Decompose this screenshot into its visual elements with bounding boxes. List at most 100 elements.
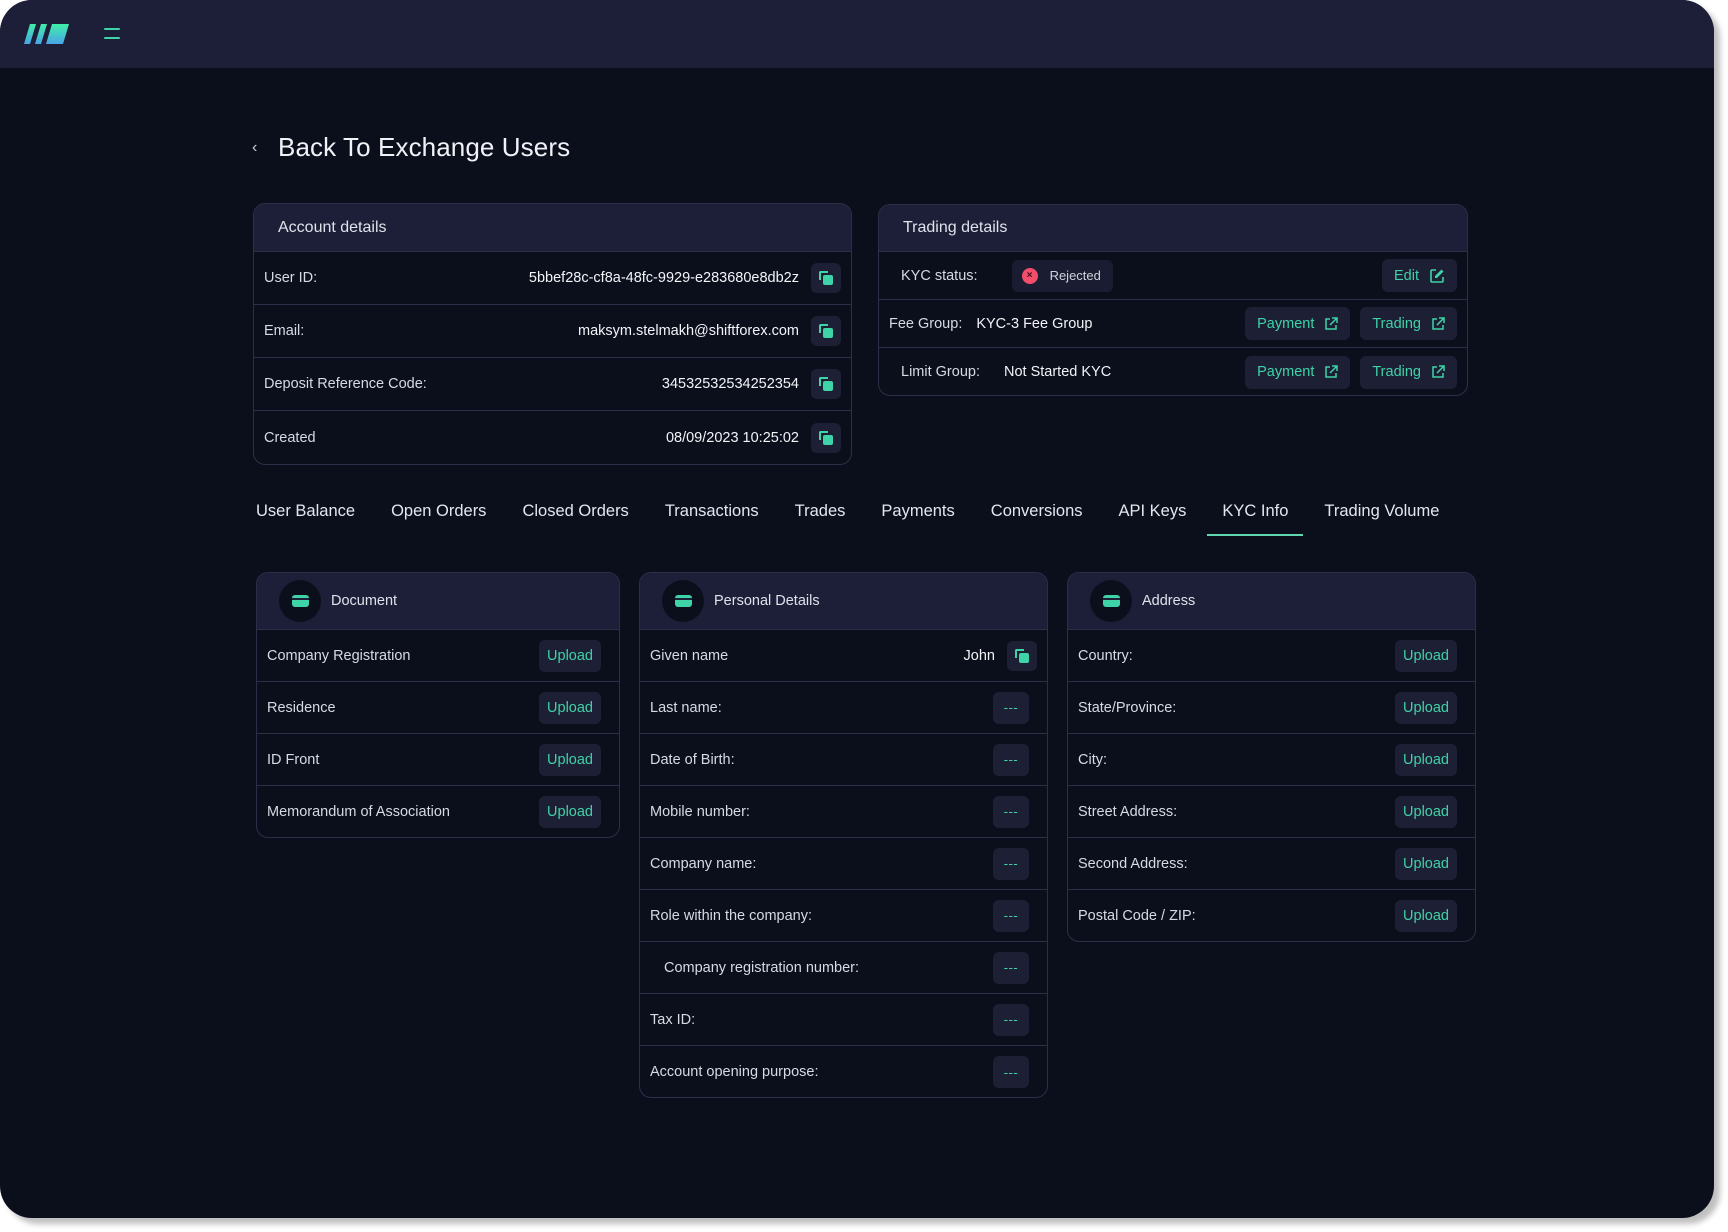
personal-row: Last name: --- (640, 682, 1047, 734)
hamburger-menu-icon[interactable] (104, 26, 122, 42)
personal-row: Company name: --- (640, 838, 1047, 890)
address-row: Street Address: Upload (1068, 786, 1475, 838)
row-label: Country: (1078, 647, 1133, 664)
row-label: Postal Code / ZIP: (1078, 908, 1196, 924)
account-opening-purpose-value[interactable]: --- (993, 1056, 1029, 1088)
personal-row: Account opening purpose: --- (640, 1046, 1047, 1097)
upload-company-registration-button[interactable]: Upload (539, 639, 601, 672)
tab-user-balance[interactable]: User Balance (256, 494, 355, 536)
address-row: Second Address: Upload (1068, 838, 1475, 890)
copy-email-button[interactable] (811, 316, 841, 346)
upload-street-address-button[interactable]: Upload (1395, 795, 1457, 828)
limit-group-row: Limit Group: Not Started KYC Payment Tra… (879, 348, 1467, 395)
company-registration-number-value[interactable]: --- (993, 951, 1029, 984)
upload-country-button[interactable]: Upload (1395, 639, 1457, 672)
row-label: Company registration number: (664, 959, 860, 976)
address-card-header: Address (1068, 573, 1475, 630)
page-title: Back To Exchange Users (278, 132, 571, 162)
kyc-status-row: KYC status: × Rejected Edit (879, 252, 1467, 300)
last-name-value[interactable]: --- (993, 691, 1029, 724)
edit-kyc-button[interactable]: Edit (1382, 259, 1457, 292)
address-row: Postal Code / ZIP: Upload (1068, 890, 1475, 941)
brand-logo[interactable] (24, 24, 70, 44)
external-link-icon (1432, 316, 1445, 330)
id-card-icon (674, 595, 692, 607)
document-title: Document (331, 593, 398, 609)
limit-group-label: Limit Group: (901, 364, 980, 380)
row-label: Residence (267, 699, 336, 716)
row-label: Given name (650, 647, 729, 664)
document-row: Company Registration Upload (257, 630, 619, 682)
tab-api-keys[interactable]: API Keys (1119, 494, 1187, 536)
personal-row-given-name: Given name John (640, 630, 1047, 682)
role-value[interactable]: --- (993, 899, 1029, 932)
row-label: Deposit Reference Code: (264, 376, 427, 392)
personal-details-header: Personal Details (640, 573, 1047, 630)
limit-trading-button[interactable]: Trading (1360, 355, 1457, 389)
tab-payments[interactable]: Payments (881, 494, 954, 536)
fee-payment-button[interactable]: Payment (1245, 307, 1351, 340)
address-row: Country: Upload (1068, 630, 1475, 682)
copy-created-button[interactable] (811, 422, 841, 453)
date-of-birth-value[interactable]: --- (993, 743, 1029, 776)
personal-row: Role within the company: --- (640, 890, 1047, 942)
copy-icon (818, 430, 834, 446)
tab-open-orders[interactable]: Open Orders (391, 494, 486, 536)
copy-icon (818, 323, 834, 339)
company-name-value[interactable]: --- (993, 847, 1029, 880)
upload-memorandum-button[interactable]: Upload (539, 796, 601, 828)
fee-group-row: Fee Group: KYC-3 Fee Group Payment Tradi… (879, 300, 1467, 348)
address-card: Address Country: Upload State/Province: … (1067, 572, 1476, 942)
copy-deposit-code-button[interactable] (811, 369, 841, 399)
upload-state-button[interactable]: Upload (1395, 691, 1457, 724)
row-label: User ID: (264, 270, 318, 286)
tab-trades[interactable]: Trades (795, 494, 846, 536)
document-row: Residence Upload (257, 682, 619, 734)
copy-icon (818, 270, 834, 286)
upload-postal-code-button[interactable]: Upload (1395, 900, 1457, 932)
upload-id-front-button[interactable]: Upload (539, 743, 601, 776)
limit-payment-button[interactable]: Payment (1245, 355, 1351, 389)
document-row: Memorandum of Association Upload (257, 786, 619, 837)
document-card-header: Document (257, 573, 619, 630)
row-label: Role within the company: (650, 907, 812, 924)
row-label: ID Front (267, 751, 320, 768)
tab-closed-orders[interactable]: Closed Orders (522, 494, 628, 536)
mobile-number-value[interactable]: --- (993, 795, 1029, 828)
tax-id-value[interactable]: --- (993, 1003, 1029, 1036)
chevron-left-icon: ‹ (252, 138, 258, 156)
payment-label: Payment (1257, 315, 1315, 332)
personal-badge (662, 580, 704, 622)
row-label: Account opening purpose: (650, 1064, 819, 1080)
edit-label: Edit (1394, 267, 1419, 284)
back-to-exchange-users-link[interactable]: ‹ Back To Exchange Users (252, 132, 570, 163)
row-label: State/Province: (1078, 699, 1177, 716)
row-label: Tax ID: (650, 1011, 696, 1028)
personal-row: Date of Birth: --- (640, 734, 1047, 786)
address-title: Address (1142, 593, 1196, 609)
copy-given-name-button[interactable] (1007, 640, 1037, 671)
account-row-user-id: User ID: 5bbef28c-cf8a-48fc-9929-e283680… (254, 252, 851, 305)
app-window: ‹ Back To Exchange Users Account details… (0, 0, 1714, 1218)
upload-city-button[interactable]: Upload (1395, 743, 1457, 776)
user-tabs: User Balance Open Orders Closed Orders T… (256, 494, 1475, 536)
copy-icon (818, 376, 834, 392)
copy-user-id-button[interactable] (811, 263, 841, 293)
fee-group-label: Fee Group: (889, 315, 963, 332)
account-row-deposit-code: Deposit Reference Code: 3453253253425235… (254, 358, 851, 411)
address-row: City: Upload (1068, 734, 1475, 786)
upload-residence-button[interactable]: Upload (539, 691, 601, 724)
row-label: Email: (264, 323, 305, 339)
upload-second-address-button[interactable]: Upload (1395, 847, 1457, 880)
tab-kyc-info[interactable]: KYC Info (1207, 494, 1304, 536)
account-row-email: Email: maksym.stelmakh@shiftforex.com (254, 305, 851, 358)
tab-trading-volume[interactable]: Trading Volume (1324, 494, 1439, 536)
menu-line (104, 28, 120, 30)
tab-conversions[interactable]: Conversions (991, 494, 1083, 536)
tab-transactions[interactable]: Transactions (665, 494, 759, 536)
row-label: Company Registration (267, 647, 411, 664)
id-card-icon (1102, 595, 1120, 607)
copy-icon (1014, 648, 1030, 664)
edit-icon (1430, 268, 1444, 283)
fee-trading-button[interactable]: Trading (1360, 307, 1457, 340)
